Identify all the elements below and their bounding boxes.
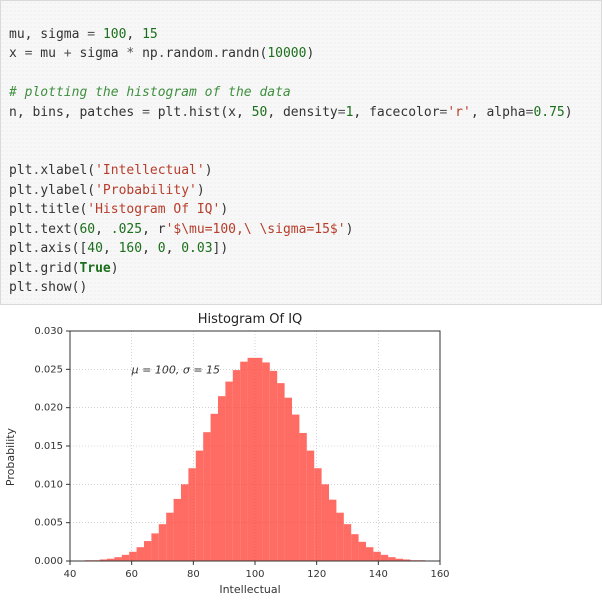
histogram-bar [218,396,225,561]
y-tick-label: 0.030 [34,326,63,337]
chart-title: Histogram Of IQ [198,312,303,327]
y-tick-label: 0.025 [34,364,63,375]
histogram-bar [351,534,358,561]
histogram-bar [196,450,203,560]
x-tick-label: 80 [187,569,200,580]
y-tick-label: 0.005 [34,517,63,528]
histogram-bar [373,551,380,560]
histogram-bar [122,554,129,560]
code-cell: mu, sigma = 100, 15 x = mu + sigma * np.… [0,0,602,305]
histogram-bar [144,541,151,561]
histogram-bar [174,498,181,560]
histogram-bar [255,357,262,560]
chart-annotation: μ = 100, σ = 15 [131,363,220,376]
histogram-bar [359,541,366,560]
x-tick-label: 60 [125,569,138,580]
histogram-bar [188,468,195,561]
x-tick-label: 100 [245,569,264,580]
x-axis-label: Intellectual [219,583,280,596]
x-tick-label: 140 [369,569,388,580]
histogram-bar [248,357,255,560]
histogram-bar [166,512,173,560]
x-tick-label: 160 [430,569,449,580]
histogram-bar [203,432,210,561]
x-tick-label: 120 [307,569,326,580]
histogram-bar [285,397,292,560]
histogram-bar [129,551,136,560]
histogram-bar [181,484,188,561]
code-text: mu, sigma = 100, 15 x = mu + sigma * np.… [9,27,573,296]
histogram-chart: Histogram Of IQ 40 60 80 100 120 140 160 0.000 0… [0,307,500,597]
histogram-bar [307,450,314,560]
histogram-bar [137,547,144,561]
histogram-bar [366,547,373,561]
histogram-bar [292,414,299,560]
histogram-bar [233,370,240,561]
histogram-bar [381,554,388,560]
histogram-bar [270,370,277,560]
histogram-bar [211,413,218,560]
chart-output: Histogram Of IQ 40 60 80 100 120 140 160 0.000 0… [0,307,602,602]
histogram-bar [277,383,284,561]
histogram-bar [344,524,351,561]
histogram-bar [329,499,336,560]
histogram-bar [225,381,232,560]
histogram-bar [262,362,269,561]
y-tick-label: 0.000 [34,556,63,567]
histogram-bar [299,432,306,560]
histogram-bar [114,557,121,561]
histogram-bar [240,361,247,560]
y-tick-label: 0.020 [34,402,63,413]
histogram-bar [388,557,395,561]
histogram-bar [151,533,158,561]
y-axis-label: Probability [4,427,17,486]
y-tick-label: 0.010 [34,479,63,490]
histogram-bar [322,484,329,561]
histogram-bar [336,512,343,560]
histogram-bar [159,524,166,561]
x-tick-label: 40 [64,569,77,580]
y-tick-label: 0.015 [34,441,63,452]
histogram-bar [314,468,321,561]
